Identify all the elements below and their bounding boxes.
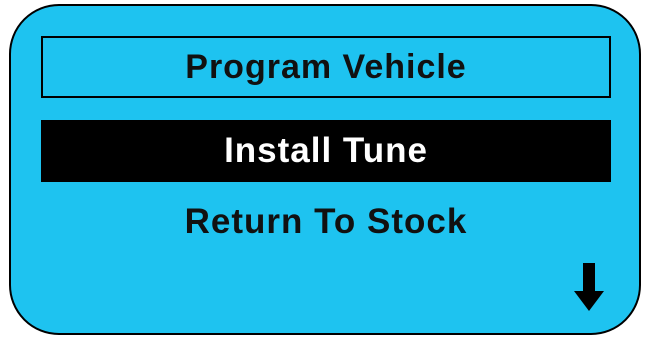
device-screen: Program Vehicle Install Tune Return To S… [9,4,641,335]
screen-title: Program Vehicle [41,36,611,98]
arrow-down-icon[interactable] [574,263,604,311]
menu-item-install-tune[interactable]: Install Tune [41,120,611,182]
menu-item-return-to-stock[interactable]: Return To Stock [41,192,611,252]
